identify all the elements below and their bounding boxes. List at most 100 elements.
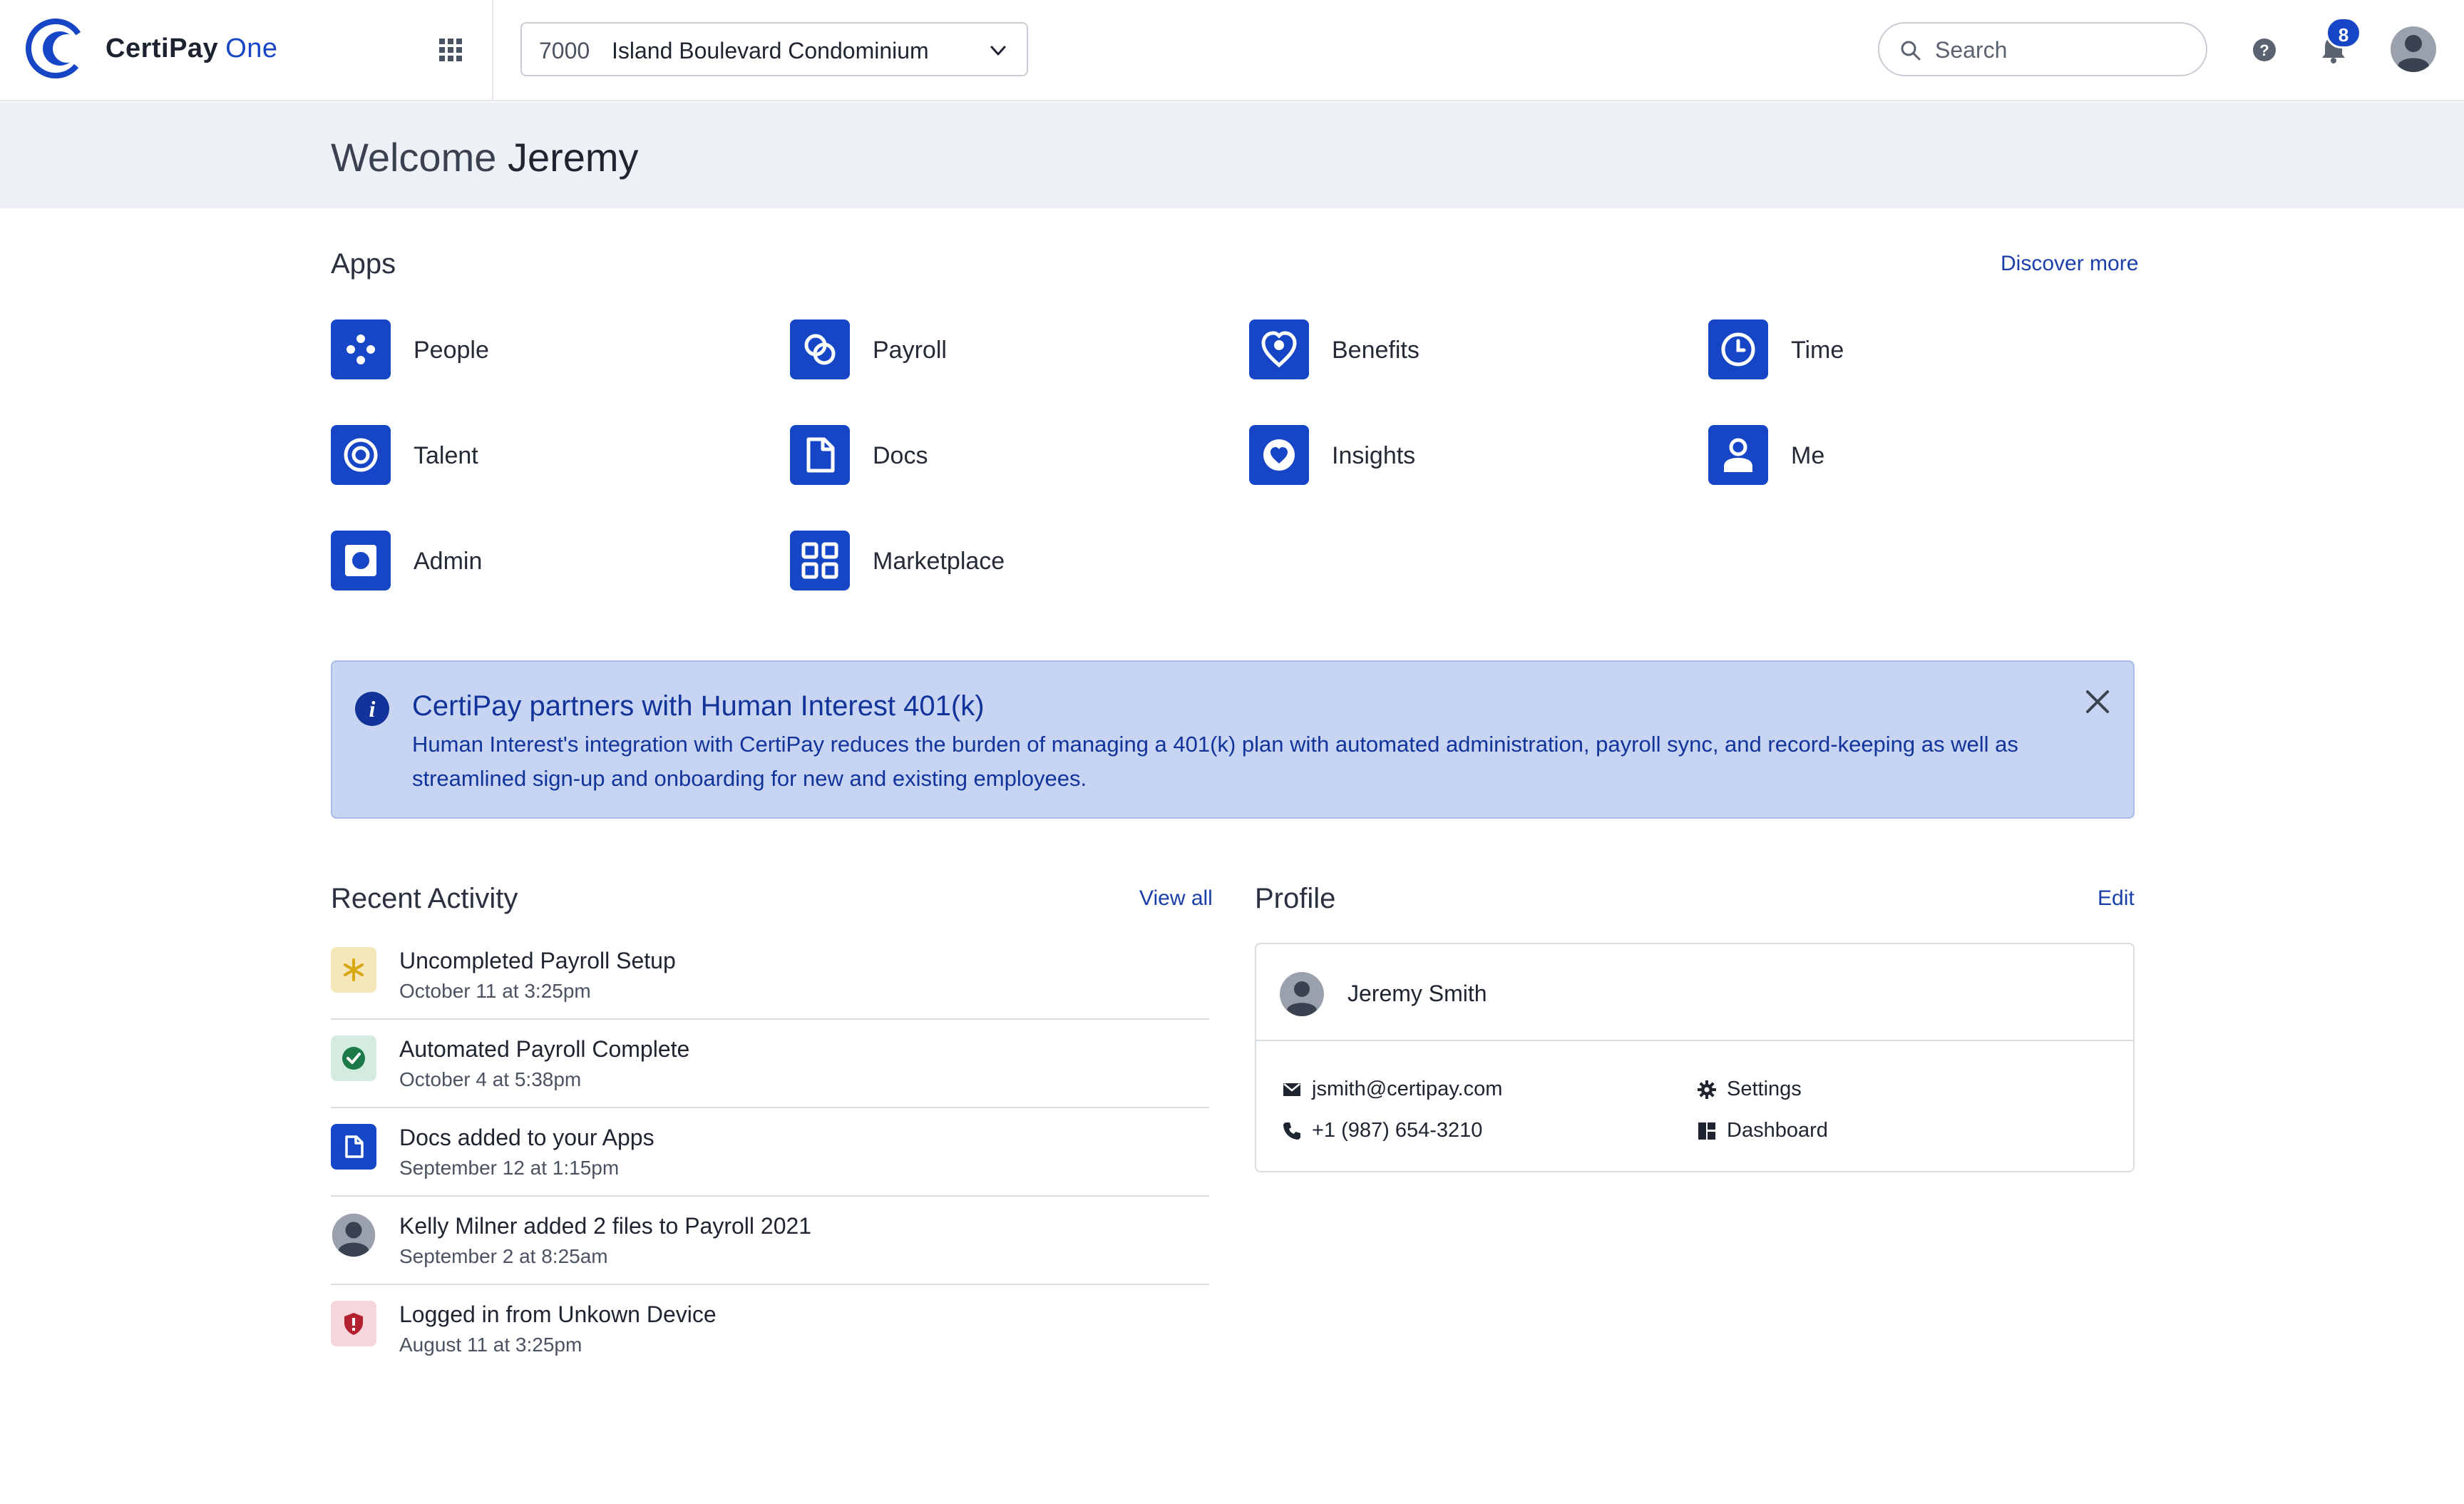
brand-name[interactable]: CertiPay One xyxy=(106,31,278,66)
activity-item[interactable]: Docs added to your Apps September 12 at … xyxy=(331,1108,1209,1197)
notification-badge: 8 xyxy=(2326,17,2361,48)
welcome-heading: Welcome Jeremy xyxy=(331,134,639,181)
activity-item[interactable]: Logged in from Unkown Device August 11 a… xyxy=(331,1285,1209,1373)
info-icon: i xyxy=(355,692,389,726)
app-label: People xyxy=(414,337,489,364)
activity-title: Docs added to your Apps xyxy=(399,1125,654,1150)
app-payroll[interactable]: Payroll xyxy=(790,319,1075,379)
welcome-greeting: Welcome xyxy=(331,135,497,180)
recent-activity-title: Recent Activity xyxy=(331,883,518,914)
user-avatar-icon xyxy=(331,1212,376,1258)
grid-icon xyxy=(790,531,850,590)
edit-profile-link[interactable]: Edit xyxy=(2098,886,2135,911)
app-talent[interactable]: Talent xyxy=(331,425,616,485)
people-icon xyxy=(331,319,391,379)
activity-time: October 4 at 5:38pm xyxy=(399,1068,582,1090)
app-label: Talent xyxy=(414,442,478,469)
search-input[interactable] xyxy=(1935,34,2192,66)
header-divider xyxy=(492,0,493,101)
asterisk-icon xyxy=(331,947,376,993)
app-label: Time xyxy=(1791,337,1844,364)
top-bar: CertiPay One 7000 Island Boulevard Condom… xyxy=(0,0,2464,101)
activity-item[interactable]: Kelly Milner added 2 files to Payroll 20… xyxy=(331,1197,1209,1285)
benefits-icon xyxy=(1249,319,1309,379)
person-icon xyxy=(1708,425,1768,485)
close-icon[interactable] xyxy=(2083,687,2112,716)
certipay-logo[interactable] xyxy=(26,19,86,78)
activity-time: September 12 at 1:15pm xyxy=(399,1157,620,1179)
profile-email-text: jsmith@certipay.com xyxy=(1312,1078,1503,1100)
activity-title: Uncompleted Payroll Setup xyxy=(399,948,676,973)
brand-name-text: CertiPay xyxy=(106,34,219,63)
activity-title: Kelly Milner added 2 files to Payroll 20… xyxy=(399,1213,812,1239)
discover-more-link[interactable]: Discover more xyxy=(2001,251,2138,277)
insights-icon xyxy=(1249,425,1309,485)
app-admin[interactable]: Admin xyxy=(331,531,616,590)
profile-card: Jeremy Smith jsmith@certipay.com +1 (987… xyxy=(1255,943,2135,1172)
app-docs[interactable]: Docs xyxy=(790,425,1075,485)
profile-header: Jeremy Smith xyxy=(1256,944,2133,1041)
app-label: Insights xyxy=(1332,442,1416,469)
help-icon[interactable]: ? xyxy=(2252,37,2277,63)
payroll-icon xyxy=(790,319,850,379)
profile-email[interactable]: jsmith@certipay.com xyxy=(1282,1075,1653,1104)
clock-icon xyxy=(1708,319,1768,379)
app-label: Admin xyxy=(414,548,483,575)
check-circle-icon xyxy=(331,1035,376,1081)
app-label: Payroll xyxy=(873,337,947,364)
promo-banner: i CertiPay partners with Human Interest … xyxy=(331,660,2135,819)
phone-icon xyxy=(1283,1122,1300,1140)
welcome-name: Jeremy xyxy=(507,135,639,180)
user-avatar-icon[interactable] xyxy=(2390,26,2437,73)
profile-dashboard[interactable]: Dashboard xyxy=(1697,1117,1982,1145)
profile-name: Jeremy Smith xyxy=(1348,981,1487,1006)
app-launcher-icon[interactable] xyxy=(436,36,465,64)
activity-time: August 11 at 3:25pm xyxy=(399,1334,582,1356)
brand-suffix: One xyxy=(225,34,278,63)
app-label: Docs xyxy=(873,442,928,469)
app-me[interactable]: Me xyxy=(1708,425,1993,485)
app-time[interactable]: Time xyxy=(1708,319,1993,379)
search-icon xyxy=(1901,41,1921,61)
apps-title: Apps xyxy=(331,248,396,280)
app-label: Me xyxy=(1791,442,1825,469)
admin-icon xyxy=(331,531,391,590)
app-label: Benefits xyxy=(1332,337,1420,364)
activity-time: October 11 at 3:25pm xyxy=(399,980,591,1002)
svg-text:i: i xyxy=(369,696,376,722)
settings-label: Settings xyxy=(1727,1078,1802,1100)
shield-alert-icon xyxy=(331,1301,376,1346)
activity-title: Automated Payroll Complete xyxy=(399,1036,690,1062)
profile-settings[interactable]: Settings xyxy=(1697,1075,1982,1104)
search-box[interactable] xyxy=(1878,22,2207,76)
banner-text: Human Interest's integration with CertiP… xyxy=(412,732,2018,791)
document-icon xyxy=(790,425,850,485)
gear-icon xyxy=(1698,1080,1716,1099)
dashboard-label: Dashboard xyxy=(1727,1119,1828,1142)
welcome-band: Welcome Jeremy xyxy=(0,103,2464,208)
dashboard-icon xyxy=(1698,1122,1715,1140)
profile-title: Profile xyxy=(1255,883,1336,914)
view-all-link[interactable]: View all xyxy=(1139,886,1213,911)
app-people[interactable]: People xyxy=(331,319,616,379)
company-name: Island Boulevard Condominium xyxy=(612,38,929,63)
app-insights[interactable]: Insights xyxy=(1249,425,1534,485)
profile-phone-text: +1 (987) 654-3210 xyxy=(1312,1119,1483,1142)
activity-item[interactable]: Uncompleted Payroll Setup October 11 at … xyxy=(331,931,1209,1020)
activity-item[interactable]: Automated Payroll Complete October 4 at … xyxy=(331,1020,1209,1108)
envelope-icon xyxy=(1283,1083,1300,1096)
activity-time: September 2 at 8:25am xyxy=(399,1245,608,1267)
activity-title: Logged in from Unkown Device xyxy=(399,1301,717,1327)
svg-text:?: ? xyxy=(2259,41,2269,59)
profile-phone[interactable]: +1 (987) 654-3210 xyxy=(1282,1117,1653,1145)
user-avatar-icon xyxy=(1280,972,1324,1016)
banner-title: CertiPay partners with Human Interest 40… xyxy=(412,690,985,722)
app-marketplace[interactable]: Marketplace xyxy=(790,531,1089,590)
chevron-down-icon xyxy=(990,46,1006,56)
document-icon xyxy=(331,1124,376,1170)
app-benefits[interactable]: Benefits xyxy=(1249,319,1534,379)
company-code: 7000 xyxy=(539,38,590,63)
app-label: Marketplace xyxy=(873,548,1005,575)
company-selector[interactable]: 7000 Island Boulevard Condominium xyxy=(520,22,1028,76)
target-icon xyxy=(331,425,391,485)
